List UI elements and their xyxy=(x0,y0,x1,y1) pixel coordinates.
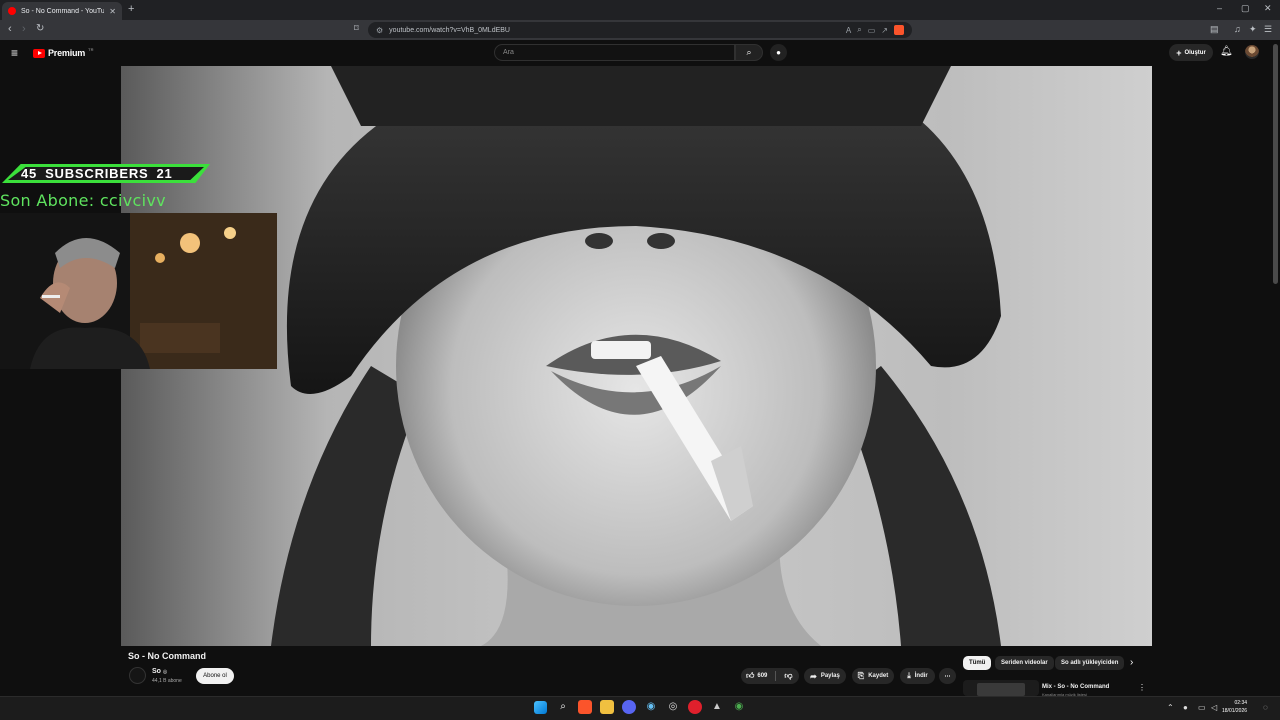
download-button[interactable]: ⤓ İndir xyxy=(900,668,935,684)
subscribe-button[interactable]: Abone ol xyxy=(196,668,234,684)
search-button[interactable]: ⌕ xyxy=(735,44,763,61)
save-bookmark-icon: ⎘ xyxy=(857,671,865,680)
youtube-favicon-icon xyxy=(8,7,16,15)
channel-name[interactable]: So ◎ xyxy=(152,668,167,675)
clock-date: 18/01/2026 xyxy=(1222,708,1248,714)
share-arrow-icon: ➦ xyxy=(810,671,817,681)
windows-start-icon[interactable] xyxy=(534,701,547,714)
tray-mic-icon[interactable]: ● xyxy=(1183,703,1188,712)
opera-icon[interactable] xyxy=(688,700,702,714)
steam-icon[interactable]: ◉ xyxy=(644,700,658,714)
sidebar-toggle-icon[interactable]: ▤ xyxy=(1210,24,1219,35)
youtube-play-icon xyxy=(33,48,45,58)
create-label: Oluştur xyxy=(1184,49,1206,56)
more-actions-button[interactable]: ⋯ xyxy=(939,668,956,684)
like-count: 609 xyxy=(757,673,768,679)
reload-icon[interactable]: ↻ xyxy=(36,23,44,34)
windows-taskbar xyxy=(0,696,1280,720)
notification-center-icon[interactable]: ◌ xyxy=(1263,703,1268,712)
download-label: İndir xyxy=(914,673,928,679)
user-avatar[interactable] xyxy=(1245,45,1259,59)
channel-name-text: So xyxy=(152,668,161,675)
verified-icon: ◎ xyxy=(162,669,168,675)
app-icon-circle[interactable]: ◎ xyxy=(666,700,680,714)
close-window-button[interactable]: ✕ xyxy=(1264,3,1272,14)
subscriber-count: 45 xyxy=(21,166,38,181)
bookmark-icon[interactable]: ⌑ xyxy=(354,23,359,34)
tab-close-icon[interactable]: ✕ xyxy=(109,7,116,16)
subscriber-label: SUBSCRIBERS xyxy=(45,166,149,181)
browser-tab-bar xyxy=(0,0,1280,20)
search-icon: ⌕ xyxy=(746,47,752,57)
page-scrollbar[interactable] xyxy=(1273,44,1278,284)
webcam-scene xyxy=(0,213,277,369)
chip-series-videos[interactable]: Seriden videolar xyxy=(995,656,1054,670)
back-icon[interactable]: ‹ xyxy=(8,23,12,35)
file-explorer-icon[interactable] xyxy=(600,700,614,714)
hamburger-menu-icon[interactable]: ≡ xyxy=(11,46,18,60)
browser-tab[interactable]: So - No Command - YouTube ✕ xyxy=(2,2,122,20)
chip-uploader-videos[interactable]: So adlı yükleyiciden xyxy=(1055,656,1125,670)
tray-chevron-icon[interactable]: ⌃ xyxy=(1167,703,1174,712)
media-icon[interactable]: ♫ xyxy=(1234,24,1241,34)
browser-menu-icon[interactable]: ☰ xyxy=(1264,24,1272,35)
url-text: youtube.com/watch?v=VhB_0MLdEBU xyxy=(389,26,510,34)
new-tab-button[interactable]: + xyxy=(128,3,134,15)
video-title: So - No Command xyxy=(128,651,206,661)
last-subscriber-text: Son Abone: ccivcivv xyxy=(0,191,166,210)
subscriber-counter-banner: 45 SUBSCRIBERS 21 xyxy=(2,164,210,183)
share-label: Paylaş xyxy=(820,673,840,679)
share-icon[interactable]: ↗ xyxy=(881,26,888,35)
address-bar[interactable]: ⚙ youtube.com/watch?v=VhB_0MLdEBU A ⌕ ▭ … xyxy=(368,22,912,38)
logo-country: TR xyxy=(88,46,94,52)
discord-icon[interactable] xyxy=(622,700,636,714)
site-info-icon[interactable]: ⚙ xyxy=(376,26,383,35)
translate-icon[interactable]: A xyxy=(846,26,851,35)
chevron-right-icon[interactable]: › xyxy=(1130,657,1133,668)
brave-browser-icon[interactable] xyxy=(578,700,592,714)
tab-title: So - No Command - YouTube xyxy=(21,7,105,15)
forward-icon[interactable]: › xyxy=(22,23,26,35)
zoom-icon[interactable]: ⌕ xyxy=(857,25,861,35)
clock-time: 02:34 xyxy=(1234,700,1248,706)
plus-icon: + xyxy=(1176,47,1182,58)
mix-more-icon[interactable]: ⋮ xyxy=(1138,683,1146,692)
app-icon-triangle[interactable]: ▲ xyxy=(710,700,724,714)
logo-text: Premium xyxy=(48,48,86,58)
notifications-bell-icon[interactable]: 🔔︎ xyxy=(1220,46,1233,57)
search-input[interactable]: Ara xyxy=(494,44,735,61)
taskbar-clock[interactable]: 02:34 18/01/2026 xyxy=(1222,699,1247,715)
thumbs-down-icon[interactable]: 👎︎ xyxy=(784,671,792,681)
tray-volume-icon[interactable]: ◁ xyxy=(1211,703,1217,712)
brave-shields-icon[interactable] xyxy=(894,25,904,35)
extensions-icon[interactable]: ✦ xyxy=(1249,24,1257,35)
webcam-overlay xyxy=(0,213,277,369)
save-button[interactable]: ⎘ Kaydet xyxy=(852,668,894,684)
like-divider xyxy=(775,671,777,681)
like-button[interactable]: 👍︎ 609 xyxy=(746,671,767,681)
microphone-icon: ● xyxy=(776,48,781,57)
share-button[interactable]: ➦ Paylaş xyxy=(804,668,846,684)
chip-all[interactable]: Tümü xyxy=(963,656,992,670)
maximize-button[interactable]: ▢ xyxy=(1241,3,1250,14)
app-icon-green[interactable]: ◉ xyxy=(732,700,746,714)
like-dislike-group: 👍︎ 609 👎︎ xyxy=(741,668,799,684)
download-icon: ⤓ xyxy=(907,671,911,680)
tray-network-icon[interactable]: ▭ xyxy=(1198,703,1206,712)
create-button[interactable]: + Oluştur xyxy=(1169,44,1213,61)
minimize-button[interactable]: – xyxy=(1217,3,1222,13)
thumbs-up-icon: 👍︎ xyxy=(746,671,755,680)
taskbar-search-icon[interactable]: ⌕ xyxy=(556,700,570,714)
mix-thumbnail[interactable] xyxy=(963,680,1039,696)
save-label: Kaydet xyxy=(868,673,889,679)
youtube-logo[interactable]: Premium TR xyxy=(33,46,94,58)
channel-avatar[interactable] xyxy=(129,667,146,684)
mix-title[interactable]: Mix - So - No Command xyxy=(1042,684,1109,690)
subscriber-goal: 21 xyxy=(156,166,173,181)
voice-search-button[interactable]: ● xyxy=(770,44,787,61)
screenshot-icon[interactable]: ▭ xyxy=(868,26,876,35)
channel-subscriber-count: 44,1 B abone xyxy=(152,678,182,684)
